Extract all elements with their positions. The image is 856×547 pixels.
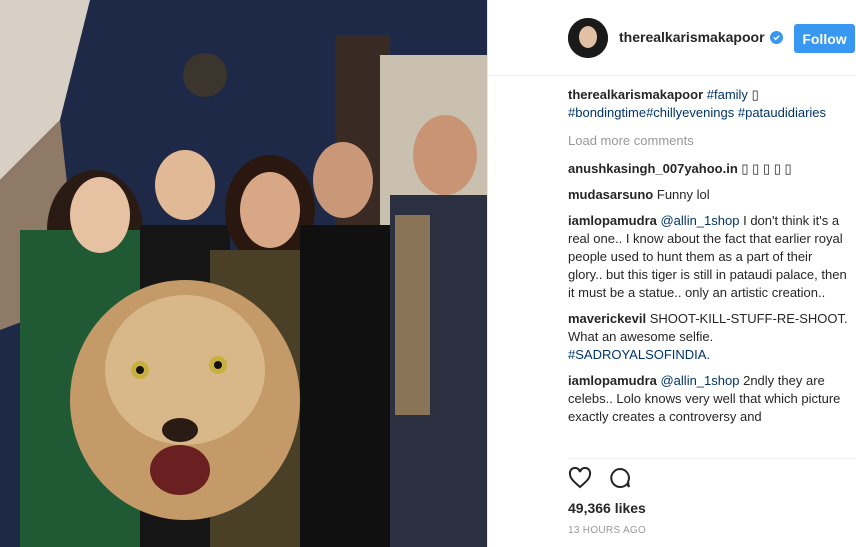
post-photo — [0, 0, 487, 547]
comments-section: therealkarismakapoor #family ▯ #bondingt… — [568, 86, 848, 434]
hashtag[interactable]: #family — [707, 87, 748, 102]
hashtag[interactable]: #bondingtime — [568, 105, 646, 120]
hashtag[interactable]: #pataudidiaries — [738, 105, 826, 120]
comment-text: Funny lol — [656, 187, 710, 202]
mention[interactable]: @allin_1shop — [660, 373, 739, 388]
comment-text: ▯ ▯ ▯ ▯ ▯ — [741, 161, 792, 176]
caption: therealkarismakapoor #family ▯ #bondingt… — [568, 86, 848, 122]
comment-author[interactable]: mudasarsuno — [568, 187, 653, 202]
comment: mudasarsuno Funny lol — [568, 186, 848, 204]
comment-author[interactable]: iamlopamudra — [568, 213, 657, 228]
hashtag[interactable]: #SADROYALSOFINDIA. — [568, 347, 710, 362]
post-timestamp[interactable]: 13 HOURS AGO — [568, 525, 646, 536]
mention[interactable]: @allin_1shop — [660, 213, 739, 228]
comment: anushkasingh_007yahoo.in ▯ ▯ ▯ ▯ ▯ — [568, 160, 848, 178]
instagram-post: therealkarismakapoor Follow therealkaris… — [0, 0, 856, 547]
heart-icon[interactable] — [568, 466, 592, 495]
comment: iamlopamudra @allin_1shop I don't think … — [568, 212, 848, 302]
hashtag[interactable]: #chillyevenings — [646, 105, 734, 120]
post-author-name[interactable]: therealkarismakapoor — [619, 29, 765, 45]
post-author[interactable]: therealkarismakapoor — [619, 29, 783, 45]
post-header: therealkarismakapoor Follow — [488, 0, 856, 76]
divider — [568, 458, 856, 459]
comment-author[interactable]: iamlopamudra — [568, 373, 657, 388]
load-more-comments-button[interactable]: Load more comments — [568, 132, 848, 150]
comment-author[interactable]: maverickevil — [568, 311, 646, 326]
verified-badge-icon — [769, 30, 783, 44]
avatar[interactable] — [568, 18, 608, 58]
caption-emoji: ▯ — [751, 87, 759, 102]
post-actions — [568, 466, 632, 495]
likes-count[interactable]: 49,366 likes — [568, 500, 646, 516]
comment-icon[interactable] — [608, 466, 632, 495]
comment: maverickevil SHOOT-KILL-STUFF-RE-SHOOT. … — [568, 310, 848, 364]
comment-author[interactable]: anushkasingh_007yahoo.in — [568, 161, 738, 176]
follow-button[interactable]: Follow — [794, 24, 855, 53]
post-sidebar: therealkarismakapoor Follow therealkaris… — [487, 0, 856, 547]
comment: iamlopamudra @allin_1shop 2ndly they are… — [568, 372, 848, 426]
caption-author[interactable]: therealkarismakapoor — [568, 87, 703, 102]
